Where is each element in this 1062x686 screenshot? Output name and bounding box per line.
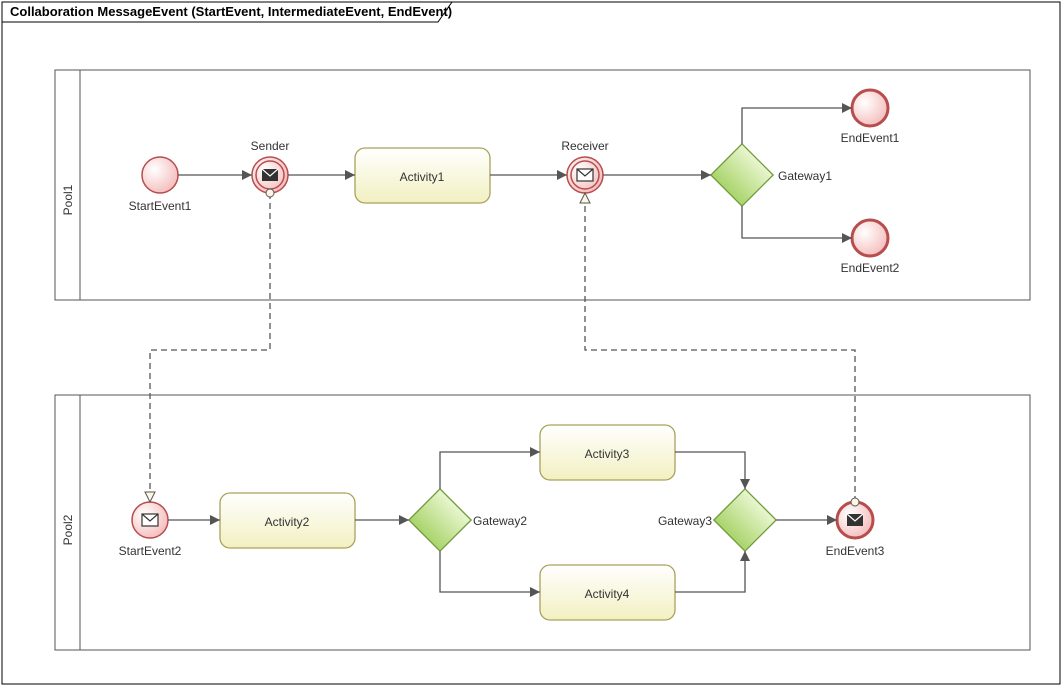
diagram-title: Collaboration MessageEvent (StartEvent, … <box>10 4 452 19</box>
message-catch-icon <box>577 169 593 181</box>
activity1[interactable]: Activity1 <box>355 148 490 203</box>
activity1-label: Activity1 <box>400 170 445 184</box>
activity4-label: Activity4 <box>585 587 630 601</box>
message-start-icon <box>142 514 158 526</box>
start-event-1-label: StartEvent1 <box>129 199 192 213</box>
pool2-label: Pool2 <box>61 514 75 545</box>
gateway3-label: Gateway3 <box>658 514 712 528</box>
activity3[interactable]: Activity3 <box>540 425 675 480</box>
gateway1-label: Gateway1 <box>778 169 832 183</box>
bpmn-diagram: Collaboration MessageEvent (StartEvent, … <box>0 0 1062 686</box>
end-event-2-label: EndEvent2 <box>841 261 900 275</box>
activity4[interactable]: Activity4 <box>540 565 675 620</box>
sender-event[interactable]: Sender <box>251 139 290 193</box>
pool1-label: Pool1 <box>61 184 75 215</box>
activity2-label: Activity2 <box>265 515 310 529</box>
message-end-icon <box>847 514 863 526</box>
start-event-2-label: StartEvent2 <box>119 544 182 558</box>
end-event-3-label: EndEvent3 <box>826 544 885 558</box>
activity3-label: Activity3 <box>585 447 630 461</box>
sender-label: Sender <box>251 139 290 153</box>
message-throw-icon <box>262 169 278 181</box>
end-event-1-label: EndEvent1 <box>841 131 900 145</box>
activity2[interactable]: Activity2 <box>220 493 355 548</box>
receiver-label: Receiver <box>561 139 608 153</box>
gateway2-label: Gateway2 <box>473 514 527 528</box>
